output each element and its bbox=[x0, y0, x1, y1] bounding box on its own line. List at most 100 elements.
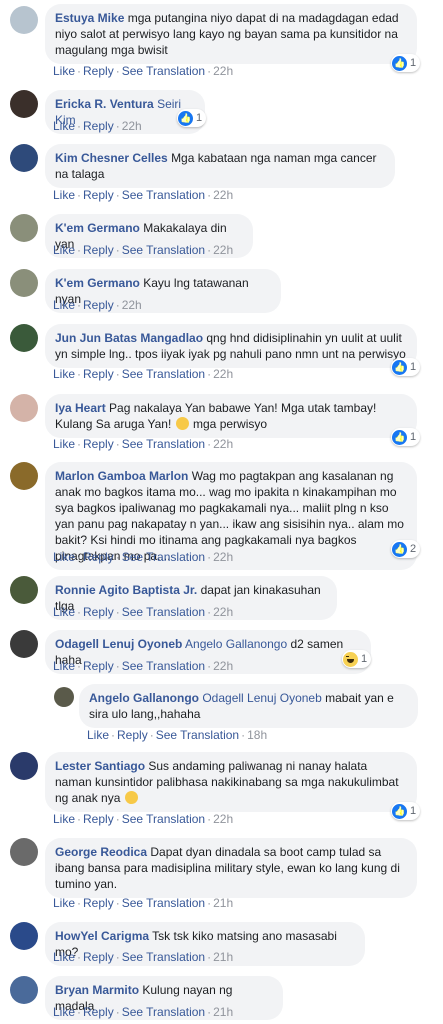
reaction-badge[interactable]: 1 bbox=[177, 109, 207, 127]
comment-author[interactable]: Kim Chesner Celles bbox=[55, 151, 168, 165]
like-link[interactable]: Like bbox=[53, 550, 75, 564]
reply-link[interactable]: Reply bbox=[83, 64, 114, 78]
like-link[interactable]: Like bbox=[53, 437, 75, 451]
reply-link[interactable]: Reply bbox=[83, 605, 114, 619]
comment-author[interactable]: Jun Jun Batas Mangadlao bbox=[55, 331, 203, 345]
reply-link[interactable]: Reply bbox=[83, 367, 114, 381]
see-translation-link[interactable]: See Translation bbox=[122, 605, 205, 619]
reply-link[interactable]: Reply bbox=[117, 728, 148, 742]
see-translation-link[interactable]: See Translation bbox=[122, 812, 205, 826]
like-link[interactable]: Like bbox=[53, 812, 75, 826]
reply-link[interactable]: Reply bbox=[83, 950, 114, 964]
comment-author[interactable]: Iya Heart bbox=[55, 401, 106, 415]
avatar[interactable] bbox=[10, 838, 38, 866]
avatar[interactable] bbox=[10, 324, 38, 352]
tagged-user[interactable]: Angelo Gallanongo bbox=[185, 637, 287, 651]
comment-timestamp[interactable]: 22h bbox=[213, 659, 233, 673]
reply-link[interactable]: Reply bbox=[83, 550, 114, 564]
see-translation-link[interactable]: See Translation bbox=[122, 896, 205, 910]
comment-timestamp[interactable]: 22h bbox=[122, 119, 142, 133]
avatar[interactable] bbox=[10, 630, 38, 658]
like-link[interactable]: Like bbox=[53, 188, 75, 202]
avatar[interactable] bbox=[10, 922, 38, 950]
like-link[interactable]: Like bbox=[53, 605, 75, 619]
comment-timestamp[interactable]: 22h bbox=[213, 64, 233, 78]
see-translation-link[interactable]: See Translation bbox=[122, 1005, 205, 1019]
reply-link[interactable]: Reply bbox=[83, 298, 114, 312]
avatar[interactable] bbox=[10, 90, 38, 118]
like-link[interactable]: Like bbox=[87, 728, 109, 742]
see-translation-link[interactable]: See Translation bbox=[122, 950, 205, 964]
comment-author[interactable]: Angelo Gallanongo bbox=[89, 691, 199, 705]
see-translation-link[interactable]: See Translation bbox=[122, 188, 205, 202]
avatar[interactable] bbox=[10, 6, 38, 34]
comment-author[interactable]: Bryan Marmito bbox=[55, 983, 139, 997]
like-reaction-icon bbox=[392, 541, 407, 557]
comment-timestamp[interactable]: 22h bbox=[122, 298, 142, 312]
see-translation-link[interactable]: See Translation bbox=[122, 243, 205, 257]
reply-link[interactable]: Reply bbox=[83, 437, 114, 451]
avatar[interactable] bbox=[10, 394, 38, 422]
comment-timestamp[interactable]: 21h bbox=[213, 1005, 233, 1019]
reaction-badge[interactable]: 1 bbox=[391, 358, 421, 376]
avatar[interactable] bbox=[10, 576, 38, 604]
comment-timestamp[interactable]: 21h bbox=[213, 950, 233, 964]
like-link[interactable]: Like bbox=[53, 243, 75, 257]
reaction-badge[interactable]: 1 bbox=[391, 54, 421, 72]
comment-author[interactable]: Ronnie Agito Baptista Jr. bbox=[55, 583, 197, 597]
comment-author[interactable]: HowYel Carigma bbox=[55, 929, 149, 943]
avatar[interactable] bbox=[54, 687, 74, 707]
comment-text: Wag mo pagtakpan ang kasalanan ng anak m… bbox=[55, 469, 404, 563]
reply-link[interactable]: Reply bbox=[83, 659, 114, 673]
avatar[interactable] bbox=[10, 752, 38, 780]
comment-author[interactable]: Lester Santiago bbox=[55, 759, 145, 773]
like-link[interactable]: Like bbox=[53, 659, 75, 673]
reply-link[interactable]: Reply bbox=[83, 243, 114, 257]
comment-timestamp[interactable]: 22h bbox=[213, 188, 233, 202]
like-link[interactable]: Like bbox=[53, 367, 75, 381]
comment-timestamp[interactable]: 22h bbox=[213, 812, 233, 826]
reply-link[interactable]: Reply bbox=[83, 896, 114, 910]
reply-link[interactable]: Reply bbox=[83, 188, 114, 202]
comment-timestamp[interactable]: 18h bbox=[247, 728, 267, 742]
comment-author[interactable]: Estuya Mike bbox=[55, 11, 124, 25]
comment-author[interactable]: Marlon Gamboa Marlon bbox=[55, 469, 188, 483]
like-link[interactable]: Like bbox=[53, 1005, 75, 1019]
comment-author[interactable]: K'em Germano bbox=[55, 221, 140, 235]
see-translation-link[interactable]: See Translation bbox=[122, 64, 205, 78]
avatar[interactable] bbox=[10, 144, 38, 172]
comment-timestamp[interactable]: 22h bbox=[213, 367, 233, 381]
see-translation-link[interactable]: See Translation bbox=[122, 550, 205, 564]
comment-timestamp[interactable]: 22h bbox=[213, 605, 233, 619]
comment-timestamp[interactable]: 22h bbox=[213, 437, 233, 451]
reaction-badge[interactable]: 1 bbox=[391, 802, 421, 820]
see-translation-link[interactable]: See Translation bbox=[156, 728, 239, 742]
reply-link[interactable]: Reply bbox=[83, 812, 114, 826]
comment-author[interactable]: K'em Germano bbox=[55, 276, 140, 290]
comment-author[interactable]: Ericka R. Ventura bbox=[55, 97, 154, 111]
comment-author[interactable]: George Reodica bbox=[55, 845, 147, 859]
see-translation-link[interactable]: See Translation bbox=[122, 367, 205, 381]
avatar[interactable] bbox=[10, 214, 38, 242]
comment-author[interactable]: Odagell Lenuj Oyoneb bbox=[55, 637, 182, 651]
see-translation-link[interactable]: See Translation bbox=[122, 437, 205, 451]
reaction-badge[interactable]: 2 bbox=[391, 540, 421, 558]
avatar[interactable] bbox=[10, 976, 38, 1004]
avatar[interactable] bbox=[10, 462, 38, 490]
tagged-user[interactable]: Odagell Lenuj Oyoneb bbox=[202, 691, 321, 705]
like-link[interactable]: Like bbox=[53, 896, 75, 910]
like-link[interactable]: Like bbox=[53, 298, 75, 312]
reaction-badge[interactable]: 1 bbox=[342, 650, 372, 668]
comment-list: Estuya Mike mga putangina niyo dapat di … bbox=[0, 0, 443, 1024]
reply-link[interactable]: Reply bbox=[83, 1005, 114, 1019]
reaction-badge[interactable]: 1 bbox=[391, 428, 421, 446]
reply-link[interactable]: Reply bbox=[83, 119, 114, 133]
like-link[interactable]: Like bbox=[53, 119, 75, 133]
like-link[interactable]: Like bbox=[53, 64, 75, 78]
see-translation-link[interactable]: See Translation bbox=[122, 659, 205, 673]
comment-timestamp[interactable]: 22h bbox=[213, 550, 233, 564]
like-link[interactable]: Like bbox=[53, 950, 75, 964]
comment-timestamp[interactable]: 21h bbox=[213, 896, 233, 910]
avatar[interactable] bbox=[10, 269, 38, 297]
comment-timestamp[interactable]: 22h bbox=[213, 243, 233, 257]
